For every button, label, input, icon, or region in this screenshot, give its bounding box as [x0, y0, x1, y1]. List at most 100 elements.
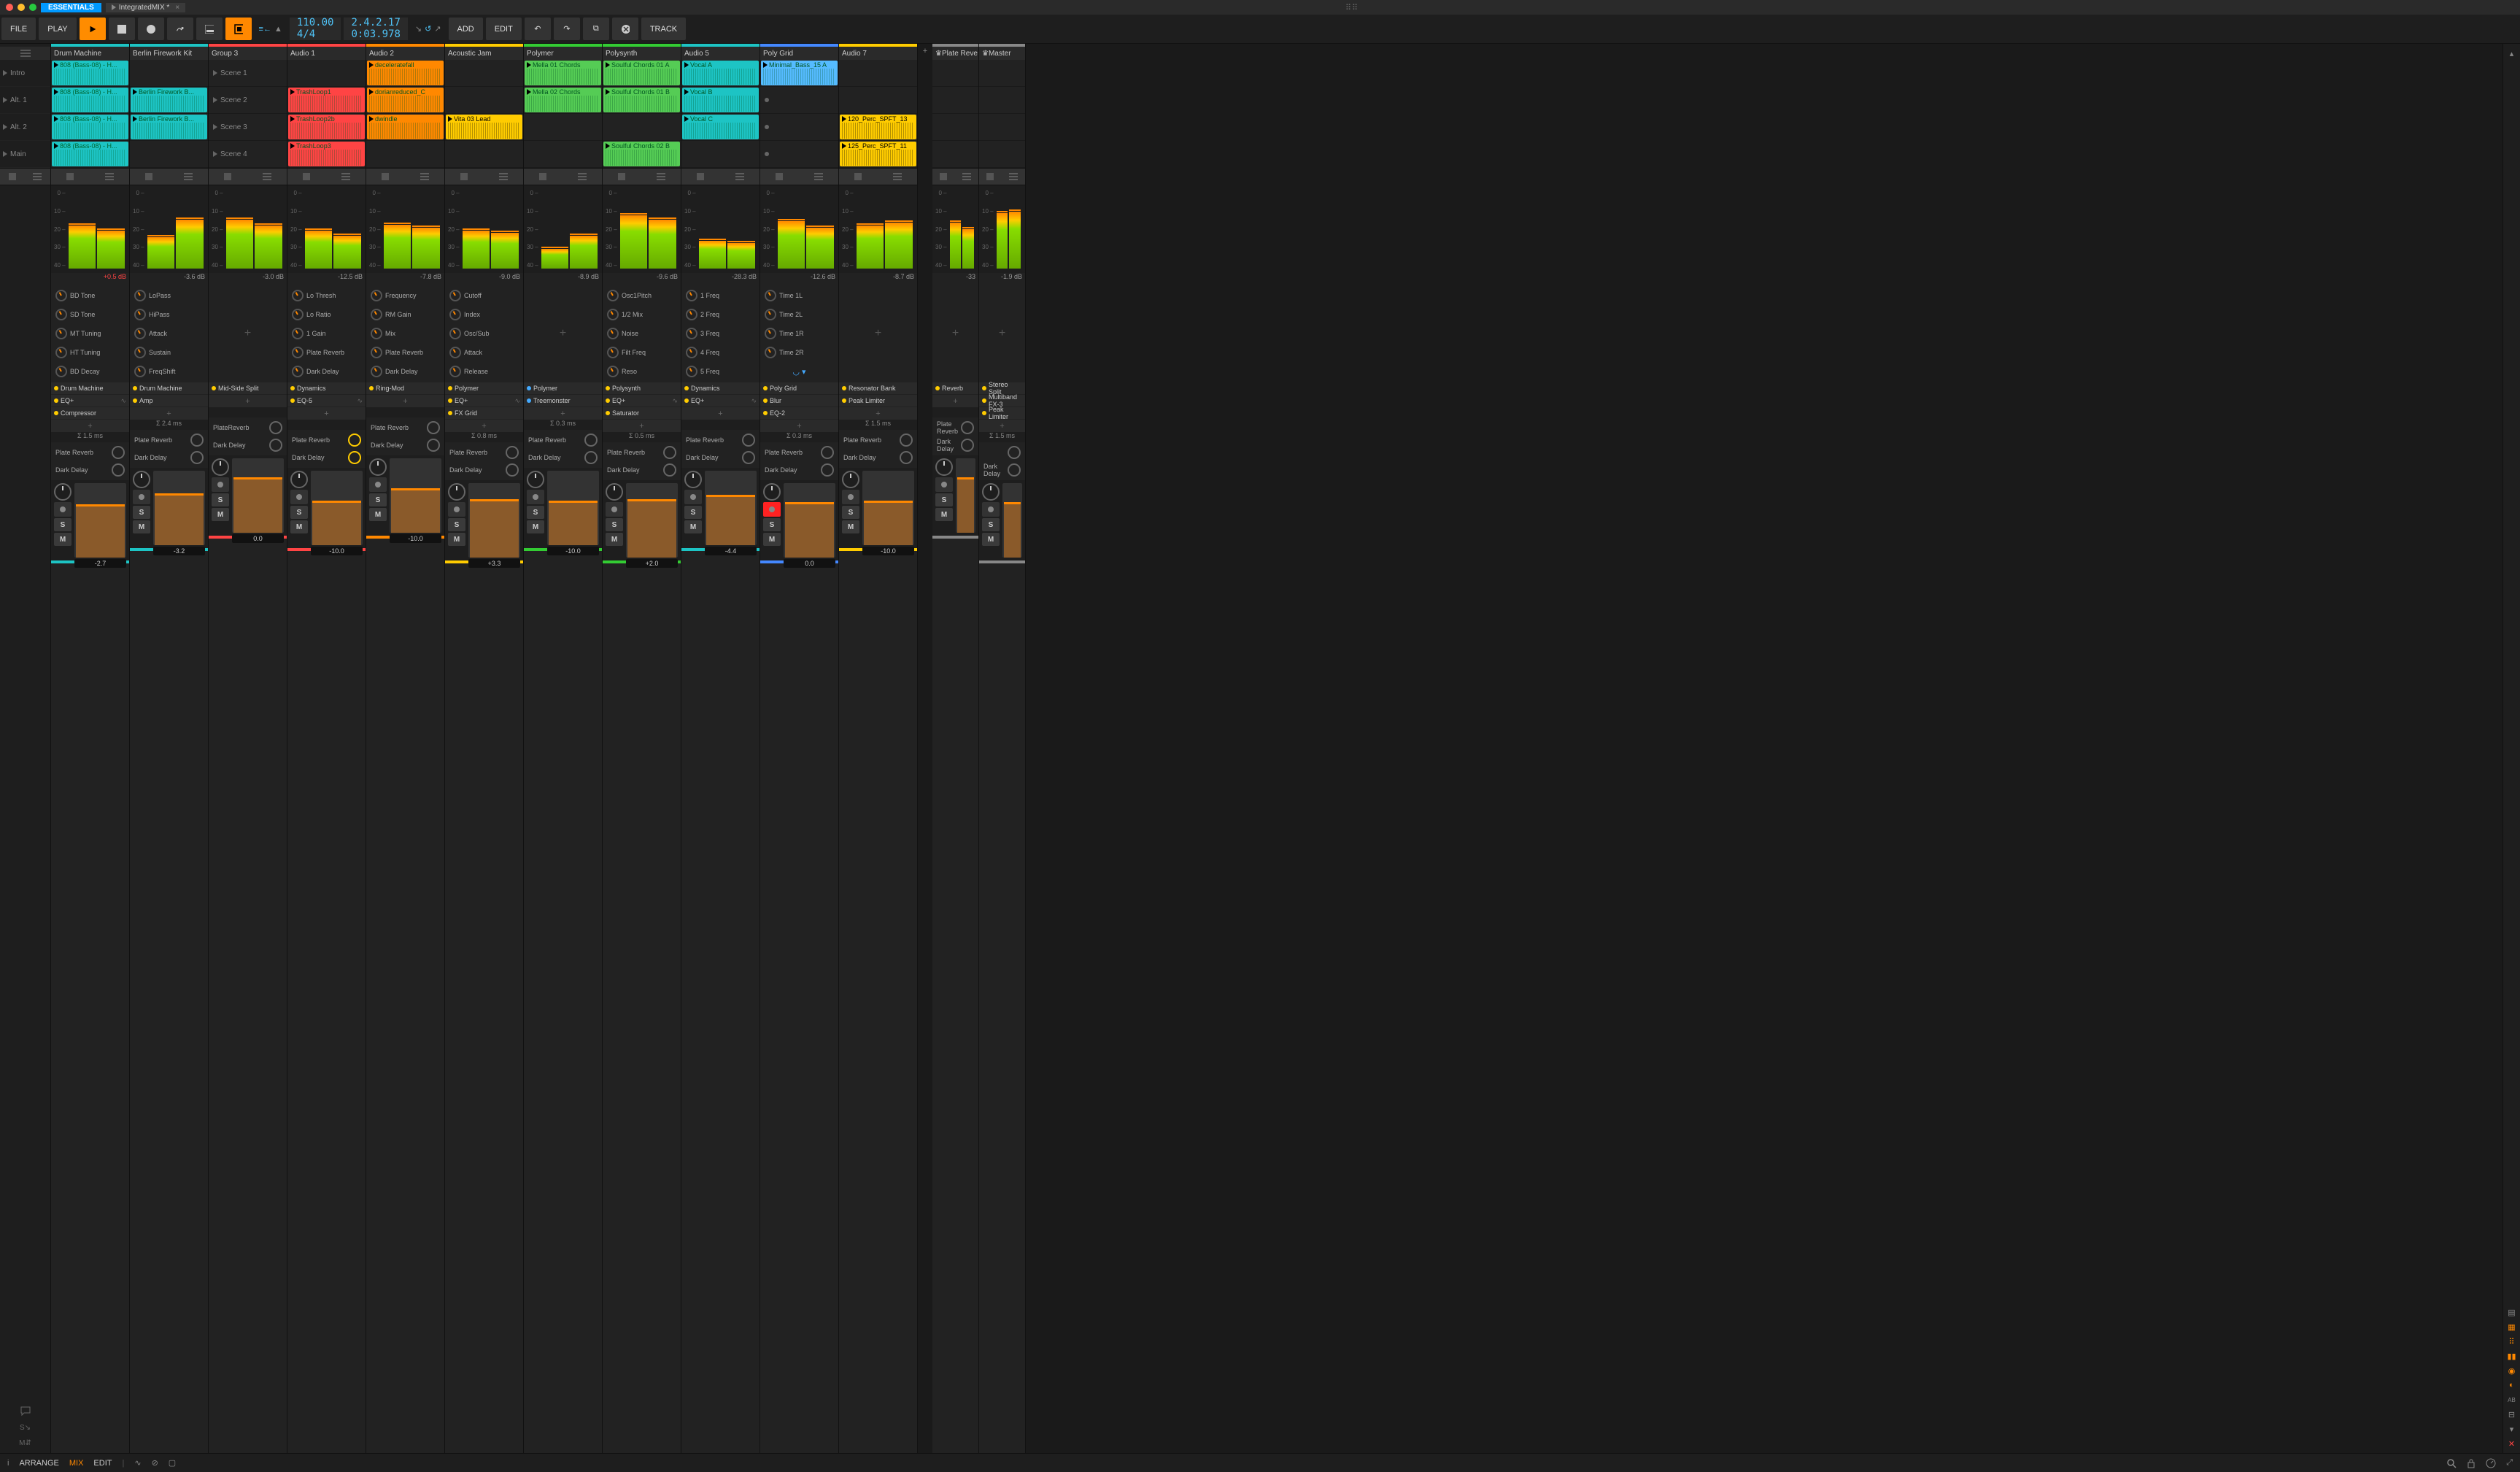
send-knob[interactable] — [900, 451, 913, 464]
fader[interactable]: +2.0 — [626, 483, 678, 558]
device-row[interactable]: Mid-Side Split — [209, 382, 287, 395]
punch-out-icon[interactable]: ↗ — [434, 24, 441, 34]
add-device-button[interactable]: + — [130, 407, 208, 420]
knob[interactable] — [134, 309, 146, 320]
knob[interactable] — [449, 290, 461, 301]
clip-slot[interactable]: Berlin Firework B... — [130, 114, 208, 141]
knob[interactable] — [686, 309, 697, 320]
knob[interactable] — [371, 347, 382, 358]
knob[interactable] — [686, 328, 697, 339]
maximize-icon[interactable] — [29, 4, 36, 11]
clip-slot-empty[interactable] — [445, 87, 523, 114]
solo-button[interactable]: S — [935, 493, 953, 506]
clip-slot[interactable]: 808 (Bass-08) - H... — [51, 114, 129, 141]
knob[interactable] — [55, 366, 67, 377]
record-arm-button[interactable] — [54, 502, 71, 517]
close-rail-icon[interactable]: ✕ — [2507, 1438, 2517, 1449]
send-knob[interactable] — [584, 433, 598, 447]
device-row[interactable]: FX Grid — [445, 407, 523, 420]
clip-slot[interactable]: Vita 03 Lead — [445, 114, 523, 141]
knob[interactable] — [371, 309, 382, 320]
fader[interactable]: +3.3 — [468, 483, 520, 558]
search-icon[interactable] — [2446, 1458, 2457, 1468]
track-stop-row[interactable] — [932, 168, 978, 185]
fader[interactable]: -2.7 — [74, 483, 126, 558]
group-scene-slot[interactable]: Scene 4 — [209, 141, 287, 168]
knob[interactable] — [371, 290, 382, 301]
clip-slot[interactable]: Mella 02 Chords — [524, 87, 602, 114]
clip-slot[interactable]: Minimal_Bass_15 A — [760, 60, 838, 87]
knob[interactable] — [607, 366, 619, 377]
add-device-button[interactable]: + — [287, 407, 366, 420]
clip-slot-empty[interactable] — [839, 87, 917, 114]
send-knob[interactable] — [961, 421, 974, 434]
scroll-down-icon[interactable]: ▾ — [2507, 1424, 2517, 1434]
panel-button[interactable] — [196, 18, 223, 40]
solo-button[interactable]: S — [684, 506, 702, 519]
knob[interactable] — [686, 290, 697, 301]
sends-icon[interactable]: S↘ — [20, 1424, 31, 1432]
mute-button[interactable]: M — [527, 520, 544, 533]
device-row[interactable]: EQ+∿ — [51, 395, 129, 407]
group-scene-slot[interactable]: Scene 1 — [209, 60, 287, 87]
play-button[interactable] — [80, 18, 106, 40]
pre-roll-icon[interactable]: ≡← — [259, 25, 271, 34]
clip-slot[interactable]: dwindle — [366, 114, 444, 141]
device-row[interactable]: Ring-Mod — [366, 382, 444, 395]
knob[interactable] — [134, 290, 146, 301]
rail-icon-4[interactable]: ◉ — [2507, 1365, 2517, 1376]
expand-icon[interactable]: ⤢ — [2506, 1458, 2513, 1468]
track-header[interactable]: Berlin Firework Kit — [130, 47, 208, 60]
send-knob[interactable] — [190, 451, 204, 464]
knob[interactable] — [607, 328, 619, 339]
scene-row[interactable]: Intro — [0, 60, 50, 87]
knob[interactable] — [292, 290, 304, 301]
send-knob[interactable] — [348, 433, 361, 447]
mute-button[interactable]: M — [935, 508, 953, 521]
mute-button[interactable]: M — [290, 520, 308, 533]
menu-icon[interactable] — [33, 173, 42, 180]
automation-write-button[interactable] — [167, 18, 193, 40]
rail-icon-5[interactable]: ◐ — [2507, 1380, 2517, 1390]
record-arm-button[interactable] — [935, 477, 953, 492]
track-header[interactable]: Audio 5 — [681, 47, 760, 60]
knob[interactable] — [449, 347, 461, 358]
device-row[interactable]: Poly Grid — [760, 382, 838, 395]
device-row[interactable]: Peak Limiter — [839, 395, 917, 407]
track-stop-row[interactable] — [445, 168, 523, 185]
pan-knob[interactable] — [763, 483, 781, 501]
record-arm-button[interactable] — [448, 502, 465, 517]
play-label-button[interactable]: PLAY — [39, 18, 76, 40]
clip-slot[interactable]: Vocal A — [681, 60, 760, 87]
track-header[interactable]: Drum Machine — [51, 47, 129, 60]
mute-button[interactable]: M — [212, 508, 229, 521]
duplicate-button[interactable]: ⧉ — [583, 18, 609, 40]
device-row[interactable]: Reverb — [932, 382, 978, 395]
knob[interactable] — [292, 328, 304, 339]
dashboard-icon[interactable] — [2486, 1458, 2496, 1468]
automation-icon[interactable]: ∿ — [134, 1458, 141, 1468]
device-row[interactable]: EQ-5∿ — [287, 395, 366, 407]
record-arm-button[interactable] — [982, 502, 1000, 517]
track-header[interactable]: Polymer — [524, 47, 602, 60]
scene-row[interactable]: Main — [0, 141, 50, 168]
knob[interactable] — [134, 366, 146, 377]
solo-button[interactable]: S — [54, 518, 71, 531]
clip-slot-empty[interactable] — [760, 87, 838, 114]
clip-slot-empty[interactable] — [524, 141, 602, 168]
device-row[interactable]: Polymer — [524, 382, 602, 395]
rail-icon-2[interactable]: ⠿ — [2507, 1336, 2517, 1346]
knob[interactable] — [449, 366, 461, 377]
mute-button[interactable]: M — [54, 533, 71, 546]
position-display[interactable]: 2.4.2.17 0:03.978 — [344, 18, 407, 40]
knob[interactable] — [607, 309, 619, 320]
add-knob-button[interactable]: + — [525, 286, 600, 381]
knob[interactable] — [607, 290, 619, 301]
add-track-button[interactable]: + — [918, 44, 932, 1453]
device-row[interactable]: Blur — [760, 395, 838, 407]
pan-knob[interactable] — [54, 483, 71, 501]
track-header[interactable]: Acoustic Jam — [445, 47, 523, 60]
device-row[interactable]: EQ+∿ — [603, 395, 681, 407]
record-arm-button[interactable] — [290, 490, 308, 504]
comment-icon[interactable] — [20, 1406, 31, 1417]
